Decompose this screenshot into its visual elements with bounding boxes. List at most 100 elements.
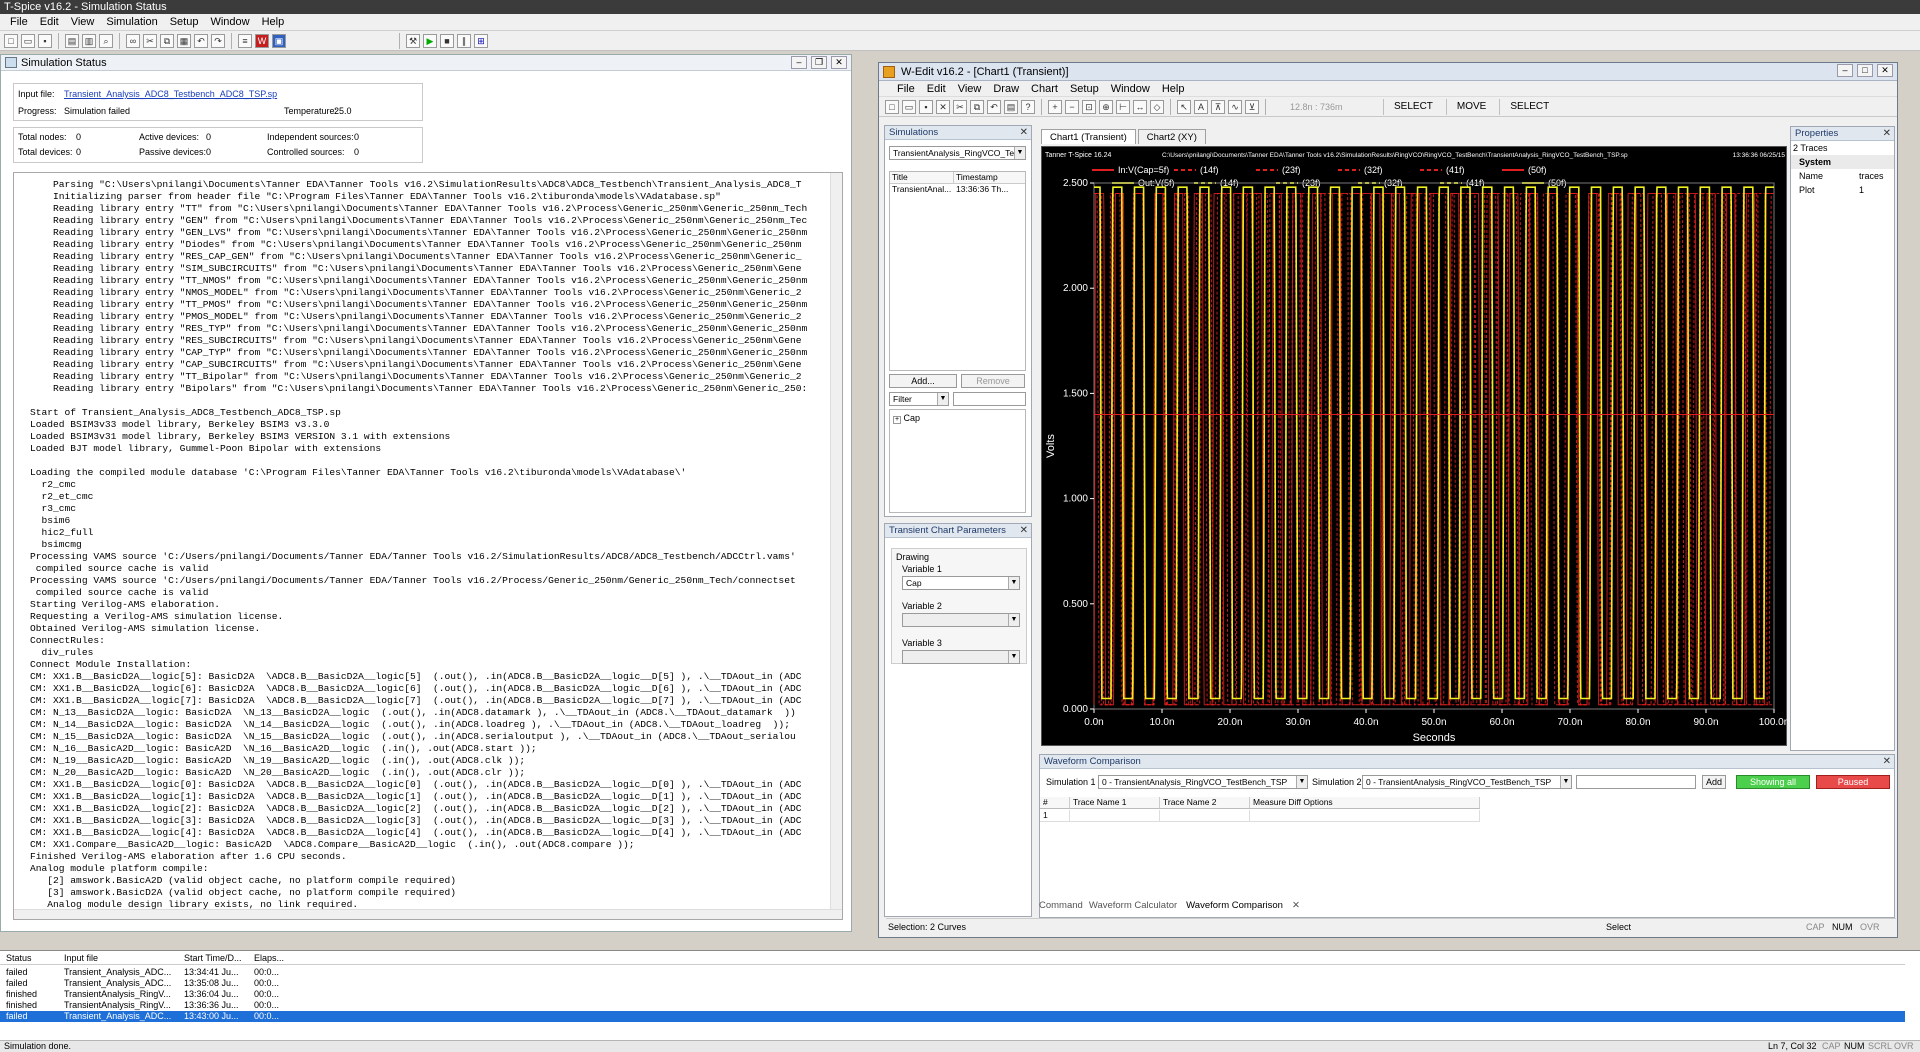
- list-item[interactable]: finished TransientAnalysis_RingV... 13:36:…: [0, 989, 1905, 1000]
- menu-setup[interactable]: Setup: [164, 16, 205, 28]
- zoom-fit-icon[interactable]: ⊡: [1082, 99, 1096, 114]
- cut-icon[interactable]: ✂: [143, 33, 157, 48]
- wedit-cut-icon[interactable]: ✂: [953, 99, 967, 114]
- select-mode-button-2[interactable]: SELECT: [1499, 98, 1559, 115]
- copy-icon[interactable]: ⧉: [160, 33, 174, 48]
- transient-chart[interactable]: Tanner T-Spice 16.24 C:\Users\pnilangi\Do…: [1041, 146, 1788, 746]
- wedit-menu-window[interactable]: Window: [1105, 83, 1156, 95]
- variable-2-select[interactable]: ▼: [902, 613, 1020, 627]
- filter-select[interactable]: Filter ▼: [889, 392, 949, 406]
- wedit-new-icon[interactable]: □: [885, 99, 899, 114]
- menu-file[interactable]: File: [4, 16, 34, 28]
- wedit-menu-setup[interactable]: Setup: [1064, 83, 1105, 95]
- wedit-maximize-button[interactable]: □: [1857, 64, 1873, 77]
- tab-command[interactable]: Command: [1039, 900, 1083, 914]
- close-icon[interactable]: ✕: [1883, 755, 1891, 769]
- menu-window[interactable]: Window: [204, 16, 255, 28]
- menu-help[interactable]: Help: [256, 16, 291, 28]
- wedit-icon[interactable]: W: [255, 33, 269, 48]
- new-file-icon[interactable]: □: [4, 33, 18, 48]
- binoculars-icon[interactable]: ∞: [126, 33, 140, 48]
- add-comparison-button[interactable]: Add: [1702, 775, 1726, 789]
- property-row[interactable]: Name traces: [1791, 169, 1894, 183]
- wedit-copy-icon[interactable]: ⧉: [970, 99, 984, 114]
- save-icon[interactable]: ▪: [38, 33, 52, 48]
- paste-icon[interactable]: ▦: [177, 33, 191, 48]
- property-row[interactable]: Plot 1: [1791, 183, 1894, 197]
- run-icon[interactable]: ▶: [423, 33, 437, 48]
- print-preview-icon[interactable]: ▥: [82, 33, 96, 48]
- cursor-icon[interactable]: ⊢: [1116, 99, 1130, 114]
- wedit-menu-file[interactable]: File: [891, 83, 921, 95]
- chart-icon[interactable]: ⊞: [474, 33, 488, 48]
- select-arrow-icon[interactable]: ↖: [1177, 99, 1191, 114]
- close-icon[interactable]: ✕: [1020, 126, 1028, 140]
- wedit-open-icon[interactable]: ▭: [902, 99, 916, 114]
- log-horizontal-scrollbar[interactable]: [14, 909, 842, 919]
- text-icon[interactable]: A: [1194, 99, 1208, 114]
- restore-button[interactable]: ❐: [811, 56, 827, 69]
- wedit-help-icon[interactable]: ?: [1021, 99, 1035, 114]
- simulation-select[interactable]: TransientAnalysis_RingVCO_TestB ▼: [889, 146, 1026, 160]
- system-group[interactable]: System: [1791, 155, 1894, 169]
- list-item[interactable]: failed Transient_Analysis_ADC... 13:35:08 …: [0, 978, 1905, 989]
- simulation-1-select[interactable]: 0 - TransientAnalysis_RingVCO_TestBench_…: [1098, 775, 1308, 789]
- column-header-trace1[interactable]: Trace Name 1: [1070, 797, 1160, 808]
- simulation-log[interactable]: Parsing "C:\Users\pnilangi\Documents\Tan…: [13, 172, 843, 920]
- wedit-undo-icon[interactable]: ↶: [987, 99, 1001, 114]
- print-icon[interactable]: ▤: [65, 33, 79, 48]
- row-measure[interactable]: [1250, 810, 1480, 821]
- column-header-input-file[interactable]: Input file: [64, 953, 98, 964]
- wedit-menu-help[interactable]: Help: [1156, 83, 1191, 95]
- measure-icon[interactable]: ↔: [1133, 99, 1147, 114]
- undo-icon[interactable]: ↶: [194, 33, 208, 48]
- expand-icon[interactable]: +: [893, 416, 901, 424]
- open-folder-icon[interactable]: ▭: [21, 33, 35, 48]
- wedit-save-icon[interactable]: ▪: [919, 99, 933, 114]
- tab-waveform-calculator[interactable]: Waveform Calculator: [1089, 900, 1177, 914]
- tab-waveform-comparison[interactable]: Waveform Comparison: [1183, 900, 1286, 914]
- wedit-menu-chart[interactable]: Chart: [1025, 83, 1064, 95]
- input-file-link[interactable]: Transient_Analysis_ADC8_Testbench_ADC8_T…: [64, 89, 277, 99]
- menu-view[interactable]: View: [65, 16, 101, 28]
- variable-3-select[interactable]: ▼: [902, 650, 1020, 664]
- zoom-in-icon[interactable]: +: [1048, 99, 1062, 114]
- filter-input[interactable]: [953, 392, 1026, 406]
- menu-edit[interactable]: Edit: [34, 16, 65, 28]
- settings-icon[interactable]: ⚒: [406, 33, 420, 48]
- wedit-menu-view[interactable]: View: [952, 83, 988, 95]
- table-row[interactable]: TransientAnal... 13:36:36 Th...: [890, 184, 1025, 196]
- marker-icon[interactable]: ◇: [1150, 99, 1164, 114]
- find-icon[interactable]: ⌕: [99, 33, 113, 48]
- wedit-close-button[interactable]: ✕: [1877, 64, 1893, 77]
- row-trace1[interactable]: [1070, 810, 1160, 821]
- simulation-2-select[interactable]: 0 - TransientAnalysis_RingVCO_TestBench_…: [1362, 775, 1572, 789]
- wedit-delete-icon[interactable]: ✕: [936, 99, 950, 114]
- column-header-title[interactable]: Title: [890, 172, 954, 183]
- column-header-trace2[interactable]: Trace Name 2: [1160, 797, 1250, 808]
- column-header-index[interactable]: #: [1040, 797, 1070, 808]
- tab-chart1[interactable]: Chart1 (Transient): [1041, 129, 1136, 144]
- close-icon[interactable]: ✕: [1883, 127, 1891, 141]
- column-header-elapsed[interactable]: Elaps...: [254, 953, 284, 964]
- remove-simulation-button[interactable]: Remove: [961, 374, 1025, 388]
- wave-icon[interactable]: ∿: [1228, 99, 1242, 114]
- library-icon[interactable]: ▣: [272, 33, 286, 48]
- wedit-menu-edit[interactable]: Edit: [921, 83, 952, 95]
- column-header-measure[interactable]: Measure Diff Options: [1250, 797, 1480, 808]
- add-simulation-button[interactable]: Add...: [889, 374, 957, 388]
- close-icon[interactable]: ✕: [1020, 524, 1028, 538]
- stop-icon[interactable]: ■: [440, 33, 454, 48]
- column-header-start-time[interactable]: Start Time/D...: [184, 953, 242, 964]
- column-header-timestamp[interactable]: Timestamp: [954, 172, 998, 183]
- wedit-print-icon[interactable]: ▤: [1004, 99, 1018, 114]
- pause-icon[interactable]: ∥: [457, 33, 471, 48]
- column-header-status[interactable]: Status: [6, 953, 32, 964]
- close-button[interactable]: ✕: [831, 56, 847, 69]
- list-item[interactable]: failed Transient_Analysis_ADC... 13:34:41 …: [0, 967, 1905, 978]
- tree-item-cap[interactable]: Cap: [904, 413, 921, 423]
- trace-filter-input[interactable]: [1576, 775, 1696, 789]
- close-icon[interactable]: ✕: [1292, 900, 1300, 914]
- wedit-minimize-button[interactable]: –: [1837, 64, 1853, 77]
- log-vertical-scrollbar[interactable]: [830, 173, 842, 919]
